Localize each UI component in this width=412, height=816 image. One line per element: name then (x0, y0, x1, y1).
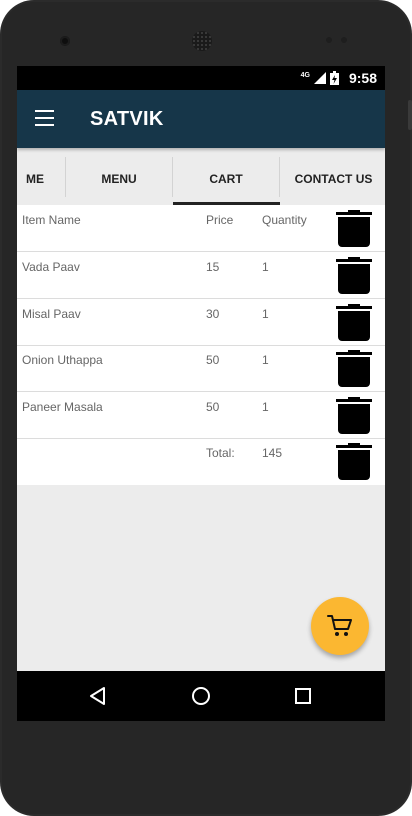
cart-fab-button[interactable] (311, 597, 369, 655)
signal-icon (314, 72, 326, 84)
item-price: 30 (206, 307, 220, 321)
cart-list: Item Name Price Quantity Vada Paav 15 1 … (17, 205, 385, 485)
tab-label: CART (209, 172, 243, 186)
cart-row: Vada Paav 15 1 (17, 252, 385, 299)
home-icon[interactable] (189, 684, 213, 708)
hamburger-menu-icon[interactable] (35, 110, 54, 126)
cart-row: Misal Paav 30 1 (17, 299, 385, 346)
cart-icon (327, 615, 352, 636)
tab-home[interactable]: ME (17, 153, 67, 205)
item-name: Paneer Masala (22, 400, 103, 414)
system-nav-bar (17, 671, 385, 721)
item-quantity: 1 (262, 400, 269, 414)
battery-icon (330, 71, 339, 85)
item-quantity: 1 (262, 353, 269, 367)
item-quantity: 1 (262, 307, 269, 321)
light-sensor (341, 37, 347, 43)
status-time: 9:58 (348, 70, 377, 86)
trash-icon[interactable] (336, 350, 372, 387)
trash-icon[interactable] (336, 397, 372, 434)
header-item-name: Item Name (22, 213, 81, 227)
item-name: Onion Uthappa (22, 353, 103, 367)
tab-label: ME (26, 172, 44, 186)
tab-label: CONTACT US (294, 172, 373, 186)
cart-row: Onion Uthappa 50 1 (17, 345, 385, 392)
cart-row: Paneer Masala 50 1 (17, 392, 385, 439)
tab-label: MENU (101, 172, 137, 186)
trash-icon[interactable] (336, 210, 372, 247)
earpiece-speaker (192, 31, 212, 51)
screen: 4G 9:58 SATVIK ME MENU CART CONTACT US I… (17, 66, 385, 721)
trash-icon[interactable] (336, 443, 372, 480)
header-price: Price (206, 213, 234, 227)
total-label: Total: (206, 446, 235, 460)
cart-header-row: Item Name Price Quantity (17, 205, 385, 252)
tab-contact-us[interactable]: CONTACT US (280, 153, 385, 205)
tab-menu[interactable]: MENU (66, 153, 172, 205)
tab-cart[interactable]: CART (173, 153, 279, 205)
item-price: 50 (206, 353, 220, 367)
status-bar: 4G 9:58 (17, 66, 385, 90)
trash-icon[interactable] (336, 257, 372, 294)
app-bar: SATVIK (17, 90, 385, 148)
front-camera (60, 36, 70, 46)
trash-icon[interactable] (336, 304, 372, 341)
tab-bar: ME MENU CART CONTACT US (17, 153, 385, 205)
proximity-sensor (326, 37, 332, 43)
item-name: Vada Paav (22, 260, 80, 274)
volume-button (408, 100, 412, 130)
back-icon[interactable] (87, 684, 111, 708)
total-value: 145 (262, 446, 283, 460)
network-type-label: 4G (300, 71, 310, 79)
item-name: Misal Paav (22, 307, 81, 321)
item-price: 50 (206, 400, 220, 414)
phone-frame: 4G 9:58 SATVIK ME MENU CART CONTACT US I… (0, 0, 412, 816)
cart-total-row: Total: 145 (17, 438, 385, 484)
app-title: SATVIK (90, 108, 164, 130)
item-quantity: 1 (262, 260, 269, 274)
recents-icon[interactable] (291, 684, 315, 708)
status-icons: 4G (301, 71, 339, 85)
item-price: 15 (206, 260, 220, 274)
header-quantity: Quantity (262, 213, 307, 227)
